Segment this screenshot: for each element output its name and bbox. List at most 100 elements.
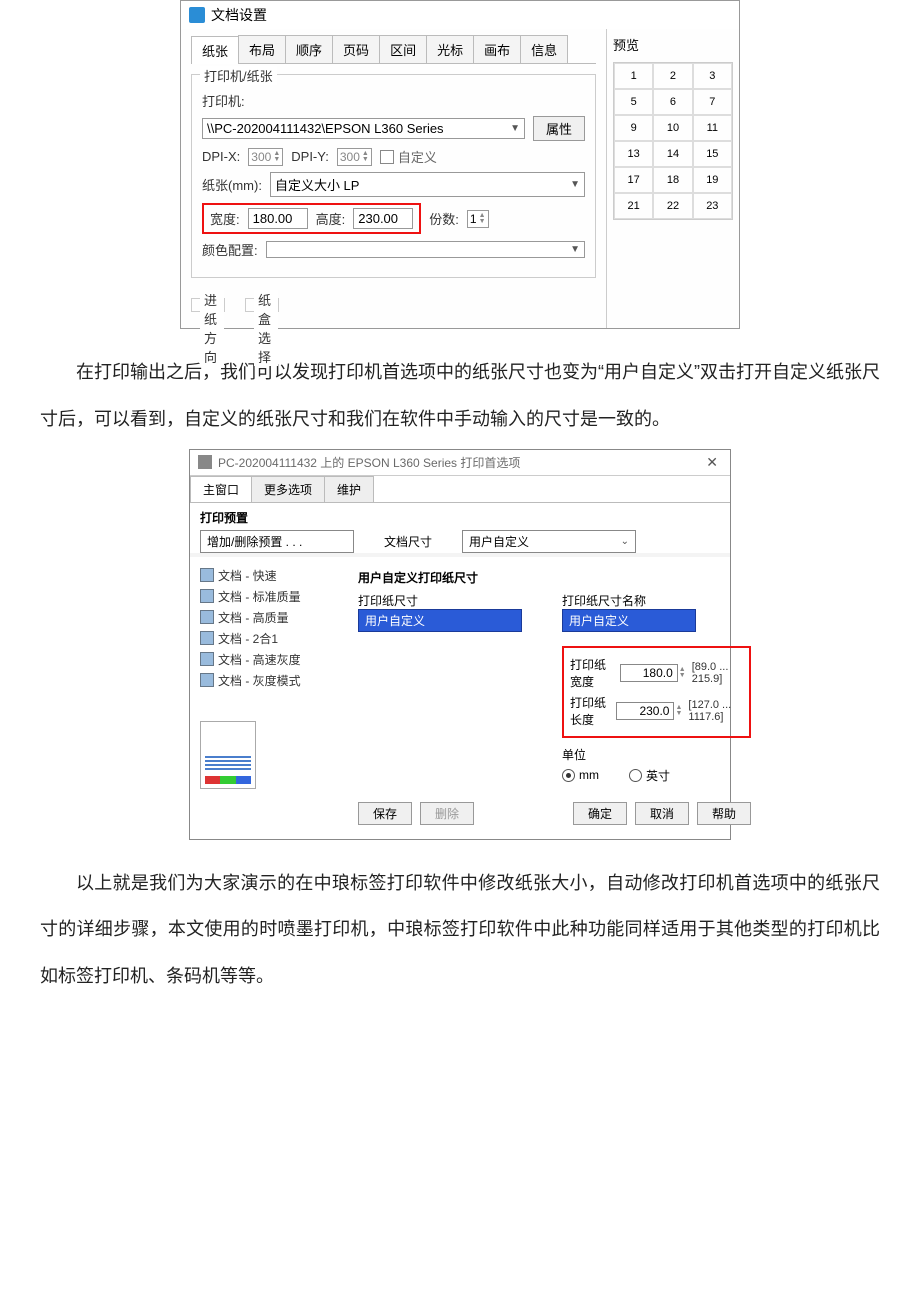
copies-label: 份数:: [429, 209, 459, 228]
preview-cell: 21: [614, 193, 653, 219]
properties-button[interactable]: 属性: [533, 116, 585, 141]
doc-icon: [200, 673, 214, 687]
doc-icon: [200, 631, 214, 645]
paper-size-selected: 用户自定义: [365, 612, 425, 629]
color-profile-select[interactable]: ▼: [266, 241, 585, 258]
dpix-value: 300: [251, 150, 271, 164]
paper-length-range: [127.0 ... 1117.6]: [688, 699, 743, 723]
preview-thumbnail: [200, 721, 256, 789]
paper-name-label: 打印纸尺寸名称: [562, 592, 751, 609]
radio-icon: [629, 769, 642, 782]
chevron-down-icon: ▼: [570, 244, 580, 255]
preset-item[interactable]: 文档 - 高质量: [200, 607, 350, 628]
ok-button[interactable]: 确定: [573, 802, 627, 825]
add-remove-preset[interactable]: 增加/删除预置 . . .: [200, 530, 354, 553]
dialog2-caption: PC-202004111432 上的 EPSON L360 Series 打印首…: [190, 450, 730, 476]
preview-cell: 5: [614, 89, 653, 115]
copies-value: 1: [470, 212, 477, 226]
dialog2-title: PC-202004111432 上的 EPSON L360 Series 打印首…: [218, 454, 520, 471]
paper-size-list[interactable]: 用户自定义: [358, 609, 522, 632]
printer-value: \\PC-202004111432\EPSON L360 Series: [207, 121, 444, 136]
printer-paper-group: 打印机/纸张 打印机: \\PC-202004111432\EPSON L360…: [191, 74, 596, 278]
paper-length-label: 打印纸长度: [570, 694, 610, 728]
tab-main[interactable]: 主窗口: [190, 476, 252, 502]
preset-item[interactable]: 文档 - 快速: [200, 565, 350, 586]
paper-size-name-value: 用户自定义: [569, 612, 629, 629]
paper-size-label: 打印纸尺寸: [358, 592, 522, 609]
back-icon[interactable]: [189, 7, 205, 23]
copies-spinner[interactable]: 1 ▲▼: [467, 210, 489, 228]
document-settings-dialog: 文档设置 纸张 布局 顺序 页码 区间 光标 画布 信息 打印机/纸张 打印机:: [180, 0, 740, 329]
preview-cell: 22: [653, 193, 692, 219]
tab-cursor[interactable]: 光标: [426, 35, 474, 63]
body-paragraph-1: 在打印输出之后，我们可以发现打印机首选项中的纸张尺寸也变为“用户自定义”双击打开…: [40, 349, 880, 443]
doc-icon: [200, 589, 214, 603]
tab-layout[interactable]: 布局: [238, 35, 286, 63]
tray-select-group: 纸盒选择: [254, 290, 278, 366]
tab-bar: 纸张 布局 顺序 页码 区间 光标 画布 信息: [191, 35, 596, 64]
paper-label: 纸张(mm):: [202, 175, 262, 194]
paper-length-input[interactable]: 230.0: [616, 702, 674, 720]
width-label: 宽度:: [210, 209, 240, 228]
preview-title: 预览: [613, 35, 733, 54]
preset-item[interactable]: 文档 - 2合1: [200, 628, 350, 649]
print-presets-heading: 打印预置: [200, 509, 720, 526]
tab-canvas[interactable]: 画布: [473, 35, 521, 63]
highlight-rect-2: 打印纸宽度 180.0 ▲▼ [89.0 ... 215.9] 打印纸长度: [562, 646, 751, 738]
dpix-spinner[interactable]: 300 ▲▼: [248, 148, 283, 166]
preview-cell: 15: [693, 141, 732, 167]
tab-info[interactable]: 信息: [520, 35, 568, 63]
group-title: 打印机/纸张: [200, 66, 277, 85]
tab-paper[interactable]: 纸张: [191, 36, 239, 64]
chevron-down-icon: ▼: [510, 123, 520, 134]
custom-dpi-checkbox[interactable]: 自定义: [380, 147, 437, 166]
paper-size-select[interactable]: 自定义大小 LP ▼: [270, 172, 585, 197]
preview-cell: 6: [653, 89, 692, 115]
document-size-select[interactable]: 用户自定义 ⌄: [462, 530, 636, 553]
preview-cell: 7: [693, 89, 732, 115]
tab-more-options[interactable]: 更多选项: [251, 476, 325, 502]
close-icon[interactable]: ✕: [702, 454, 722, 471]
unit-mm-radio[interactable]: mm: [562, 768, 599, 782]
doc-icon: [200, 652, 214, 666]
height-input[interactable]: 230.00: [353, 208, 413, 229]
paper-size-value: 自定义大小 LP: [275, 175, 360, 194]
tab-maintenance[interactable]: 维护: [324, 476, 374, 502]
custom-dpi-label: 自定义: [398, 147, 437, 166]
preview-cell: 14: [653, 141, 692, 167]
preview-cell: 19: [693, 167, 732, 193]
highlight-rect: 宽度: 180.00 高度: 230.00: [202, 203, 421, 234]
document-size-value: 用户自定义: [469, 533, 529, 550]
dpiy-label: DPI-Y:: [291, 149, 329, 164]
save-button[interactable]: 保存: [358, 802, 412, 825]
preset-item[interactable]: 文档 - 高速灰度: [200, 649, 350, 670]
paper-width-input[interactable]: 180.0: [620, 664, 678, 682]
preview-cell: 17: [614, 167, 653, 193]
preview-cell: 11: [693, 115, 732, 141]
dpiy-value: 300: [340, 150, 360, 164]
preset-list: 文档 - 快速 文档 - 标准质量 文档 - 高质量 文档 - 2合1 文档 -…: [200, 565, 350, 829]
paper-size-name-input[interactable]: 用户自定义: [562, 609, 696, 632]
tab-range[interactable]: 区间: [379, 35, 427, 63]
dialog2-tabbar: 主窗口 更多选项 维护: [190, 476, 730, 503]
doc-icon: [200, 568, 214, 582]
cancel-button[interactable]: 取消: [635, 802, 689, 825]
preview-cell: 3: [693, 63, 732, 89]
doc-icon: [200, 610, 214, 624]
feed-direction-group: 进纸方向: [200, 290, 224, 366]
printer-select[interactable]: \\PC-202004111432\EPSON L360 Series ▼: [202, 118, 525, 139]
delete-button[interactable]: 删除: [420, 802, 474, 825]
tab-order[interactable]: 顺序: [285, 35, 333, 63]
checkbox-icon: [380, 150, 394, 164]
preset-item[interactable]: 文档 - 标准质量: [200, 586, 350, 607]
printer-label: 打印机:: [202, 91, 245, 110]
preset-item[interactable]: 文档 - 灰度模式: [200, 670, 350, 691]
preview-cell: 18: [653, 167, 692, 193]
tab-page-number[interactable]: 页码: [332, 35, 380, 63]
help-button[interactable]: 帮助: [697, 802, 751, 825]
unit-inch-radio[interactable]: 英寸: [629, 767, 670, 784]
height-label: 高度:: [316, 209, 346, 228]
dialog-title: 文档设置: [211, 5, 267, 25]
width-input[interactable]: 180.00: [248, 208, 308, 229]
dpiy-spinner[interactable]: 300 ▲▼: [337, 148, 372, 166]
